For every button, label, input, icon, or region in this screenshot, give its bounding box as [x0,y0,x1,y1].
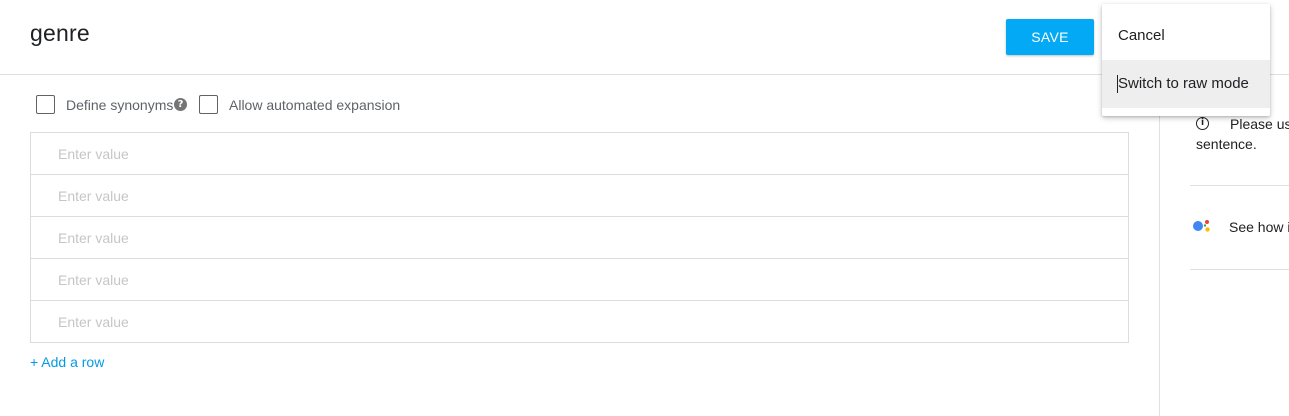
table-row [31,259,1128,301]
allow-automated-expansion-label[interactable]: Allow automated expansion [229,97,400,113]
table-row [31,301,1128,342]
overflow-menu: Cancel Switch to raw mode [1102,4,1270,116]
side-panel: i Please use sentence. See how it [1159,75,1289,416]
table-row [31,175,1128,217]
table-row [31,217,1128,259]
menu-item-label: Switch to raw mode [1118,75,1249,92]
value-input[interactable] [58,217,1108,258]
allow-automated-expansion-checkbox[interactable] [199,95,218,114]
entity-name-title[interactable]: genre [30,20,90,47]
value-input[interactable] [58,301,1108,342]
entity-header: genre SAVE [0,0,1289,75]
text-cursor [1117,75,1118,93]
define-synonyms-checkbox[interactable] [36,95,55,114]
value-input[interactable] [58,175,1108,216]
save-button[interactable]: SAVE [1006,19,1094,55]
define-synonyms-label[interactable]: Define synonyms [66,97,173,113]
value-input[interactable] [58,259,1108,300]
side-divider [1190,269,1289,270]
value-input[interactable] [58,133,1108,174]
tip-text-line-2: sentence. [1196,136,1257,152]
table-row [31,133,1128,175]
menu-item-switch-to-raw-mode[interactable]: Switch to raw mode [1102,60,1270,108]
assistant-preview-text: See how it [1229,219,1289,235]
google-assistant-icon [1193,220,1210,232]
help-icon[interactable]: ? [174,98,187,111]
menu-item-cancel[interactable]: Cancel [1102,12,1270,60]
assistant-preview-link[interactable]: See how it [1192,217,1289,239]
side-divider [1190,185,1289,186]
entity-values-table [30,132,1129,343]
add-row-link[interactable]: + Add a row [30,354,104,370]
menu-item-label: Cancel [1118,27,1165,44]
tip-text-line-1: Please use [1230,116,1289,132]
info-icon: i [1196,117,1209,130]
